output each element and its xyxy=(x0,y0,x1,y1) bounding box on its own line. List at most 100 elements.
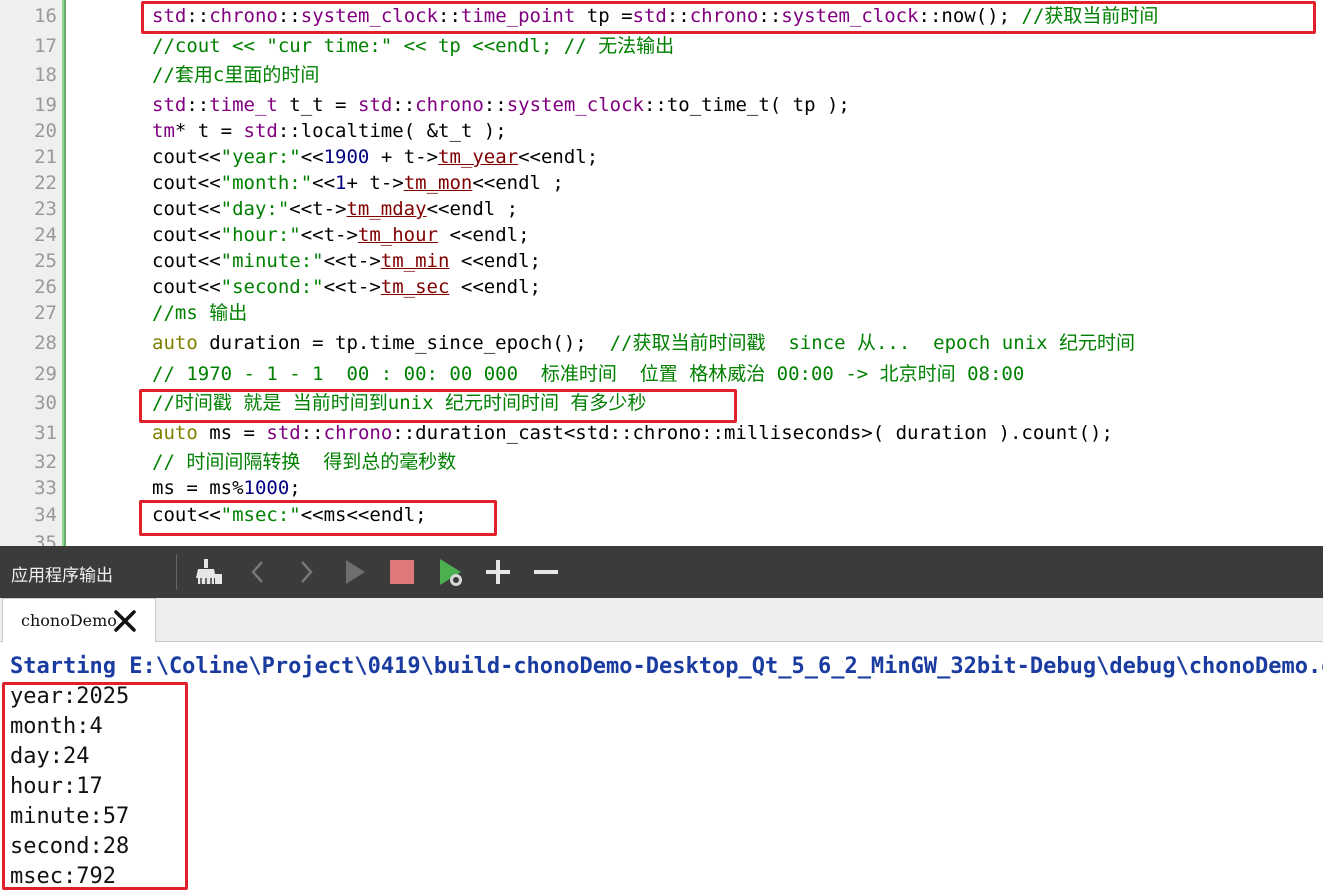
code-token: auto xyxy=(152,332,198,354)
code-token: cout<< xyxy=(152,276,221,298)
code-token: <<endl ; xyxy=(426,198,519,220)
highlight-box-now-call xyxy=(141,1,1316,34)
code-line[interactable]: cout<<"day:"<<t->tm_mday<<endl ; xyxy=(152,196,518,222)
code-token: <<endl; xyxy=(438,224,530,246)
code-token: tm_hour xyxy=(357,224,438,246)
code-token: :: xyxy=(300,422,324,444)
stop-icon[interactable] xyxy=(384,554,420,590)
code-token: <<endl; xyxy=(518,146,599,168)
code-token: tm xyxy=(152,120,175,142)
panel-title: 应用程序输出 xyxy=(11,566,113,586)
line-number: 26 xyxy=(34,276,57,298)
line-number: 30 xyxy=(34,392,57,414)
debug-run-icon[interactable] xyxy=(432,554,468,590)
starting-message: Starting E:\Coline\Project\0419\build-ch… xyxy=(10,654,1323,679)
code-token: //ms 输出 xyxy=(152,302,248,324)
code-token: 1000 xyxy=(243,477,290,499)
code-token: :: xyxy=(483,94,507,116)
code-token: std xyxy=(266,422,301,444)
code-token: <<t-> xyxy=(300,224,358,246)
code-token: <<endl ; xyxy=(472,172,564,194)
code-line[interactable]: cout<<"year:"<<1900 + t->tm_year<<endl; xyxy=(152,144,598,170)
line-number: 18 xyxy=(34,64,57,86)
line-number: 34 xyxy=(34,504,57,526)
code-line[interactable]: cout<<"hour:"<<t->tm_hour <<endl; xyxy=(152,222,530,248)
code-line[interactable]: ms = ms%1000; xyxy=(152,475,301,501)
code-token: ; xyxy=(289,477,301,499)
line-number: 17 xyxy=(34,35,57,57)
code-token: ::localtime( &t_t ); xyxy=(277,120,507,142)
highlight-box-msec-output xyxy=(139,500,497,536)
code-line[interactable]: cout<<"month:"<<1+ t->tm_mon<<endl ; xyxy=(152,170,564,196)
code-token: ms = xyxy=(197,422,267,444)
code-token: chrono xyxy=(415,94,484,116)
code-token: ms = ms% xyxy=(152,477,244,499)
line-number: 32 xyxy=(34,451,57,473)
tab-chonodemo[interactable]: chonoDemo xyxy=(2,598,156,642)
code-token: ::duration_cast<std::chrono::millisecond… xyxy=(392,422,1113,444)
code-token: duration = tp.time_since_epoch(); xyxy=(197,332,610,354)
code-token: tm_mon xyxy=(403,172,473,194)
code-token: :: xyxy=(186,94,210,116)
code-token: "hour:" xyxy=(220,224,301,246)
gutter-divider xyxy=(64,0,66,546)
code-editor[interactable]: 16 17 18 19 20 21 22 23 24 25 26 27 28 29 30 31 32 33 34 35… xyxy=(0,0,1323,546)
increase-font-icon[interactable] xyxy=(480,554,516,590)
code-line[interactable]: auto duration = tp.time_since_epoch(); /… xyxy=(152,330,1135,356)
code-token: tm_sec xyxy=(380,276,450,298)
code-token: <<t-> xyxy=(289,198,347,220)
code-token: //cout << "cur time:" << tp <<endl; // 无… xyxy=(152,35,675,57)
line-number-gutter: 16 17 18 19 20 21 22 23 24 25 26 27 28 29 30 31 32 33 34 35 xyxy=(0,0,62,546)
code-token: cout<< xyxy=(152,250,221,272)
code-token: system_clock xyxy=(506,94,644,116)
code-token: cout<< xyxy=(152,146,221,168)
decrease-font-icon[interactable] xyxy=(528,554,564,590)
code-line[interactable]: //ms 输出 xyxy=(152,300,247,326)
code-token: tm_min xyxy=(380,250,450,272)
close-icon[interactable] xyxy=(113,609,137,633)
code-token: <<t-> xyxy=(323,250,381,272)
code-token: //套用c里面的时间 xyxy=(152,64,320,86)
previous-icon[interactable] xyxy=(240,554,276,590)
code-token: ::to_time_t( tp ); xyxy=(643,94,850,116)
line-number: 24 xyxy=(34,224,57,246)
code-line[interactable]: tm* t = std::localtime( &t_t ); xyxy=(152,118,507,144)
highlight-box-output-values xyxy=(2,682,188,890)
code-line[interactable]: std::time_t t_t = std::chrono::system_cl… xyxy=(152,92,850,118)
line-number: 25 xyxy=(34,250,57,272)
code-token: auto xyxy=(152,422,198,444)
code-token: :: xyxy=(392,94,416,116)
code-token: "year:" xyxy=(220,146,301,168)
toolbar-separator xyxy=(176,554,177,590)
clean-output-icon[interactable] xyxy=(190,554,226,590)
code-token: << xyxy=(312,172,336,194)
code-line[interactable]: // 时间间隔转换 得到总的毫秒数 xyxy=(152,449,456,475)
code-token: time_t xyxy=(209,94,278,116)
code-token: <<endl; xyxy=(449,276,541,298)
code-line[interactable]: auto ms = std::chrono::duration_cast<std… xyxy=(152,420,1113,446)
output-tab-bar: chonoDemo xyxy=(0,598,1323,642)
code-line[interactable]: //套用c里面的时间 xyxy=(152,62,319,88)
line-number: 21 xyxy=(34,146,57,168)
code-line[interactable]: cout<<"second:"<<t->tm_sec <<endl; xyxy=(152,274,541,300)
code-token: t_t = xyxy=(277,94,358,116)
code-line[interactable]: //cout << "cur time:" << tp <<endl; // 无… xyxy=(152,33,674,59)
next-icon[interactable] xyxy=(288,554,324,590)
code-token: "month:" xyxy=(220,172,313,194)
line-number: 28 xyxy=(34,332,57,354)
run-icon[interactable] xyxy=(336,554,372,590)
line-number: 27 xyxy=(34,302,57,324)
tab-label: chonoDemo xyxy=(21,611,117,630)
line-number: 19 xyxy=(34,94,57,116)
line-number: 16 xyxy=(34,5,57,27)
line-number: 29 xyxy=(34,363,57,385)
application-output[interactable]: Starting E:\Coline\Project\0419\build-ch… xyxy=(0,642,1323,894)
code-token: << xyxy=(300,146,324,168)
code-token: 1 xyxy=(335,172,347,194)
code-line[interactable]: cout<<"minute:"<<t->tm_min <<endl; xyxy=(152,248,541,274)
highlight-box-timestamp-comment xyxy=(139,389,737,423)
code-line[interactable]: // 1970 - 1 - 1 00 : 00: 00 000 标准时间 位置 … xyxy=(152,361,1024,387)
code-token: //获取当前时间戳 since 从... epoch unix 纪元时间 xyxy=(609,332,1135,354)
code-token: // 1970 - 1 - 1 00 : 00: 00 000 标准时间 位置 … xyxy=(152,363,1025,385)
line-number: 20 xyxy=(34,120,57,142)
